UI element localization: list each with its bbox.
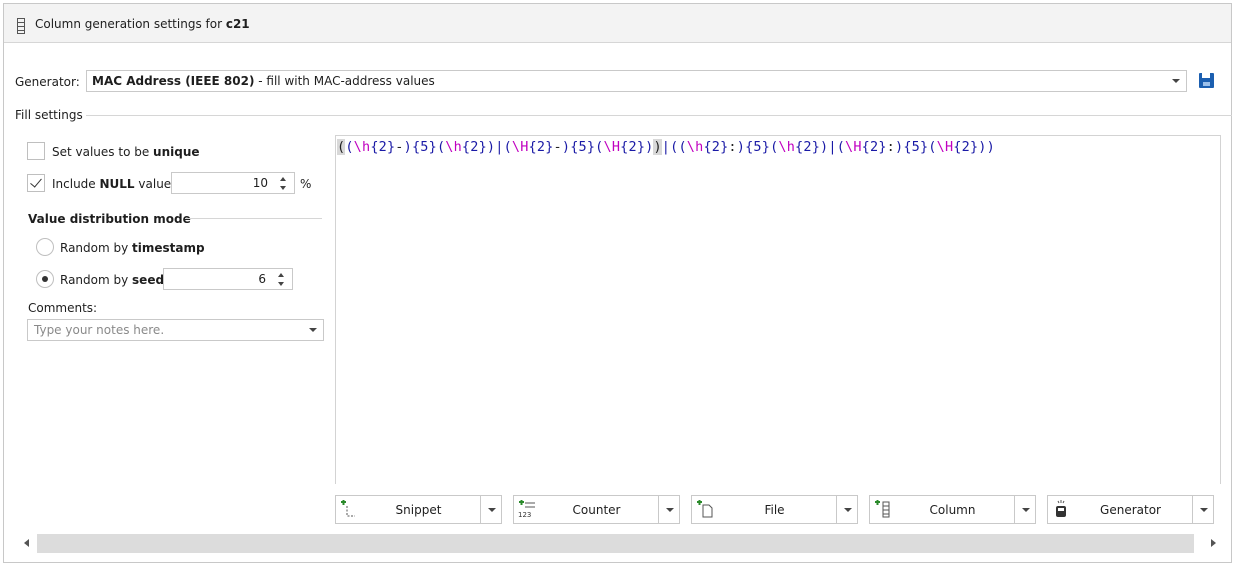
counter-button[interactable]: 123 Counter bbox=[513, 495, 680, 524]
divider bbox=[480, 496, 481, 523]
generator-selected-value: MAC Address (IEEE 802) - fill with MAC-a… bbox=[92, 74, 435, 88]
checkmark-icon bbox=[30, 175, 42, 188]
chevron-down-icon[interactable] bbox=[844, 508, 852, 512]
divider bbox=[86, 115, 1232, 116]
seed-stepper[interactable]: 6 bbox=[163, 268, 293, 290]
column-button[interactable]: Column bbox=[869, 495, 1036, 524]
column-label: Column bbox=[929, 503, 976, 517]
generator-select[interactable]: MAC Address (IEEE 802) - fill with MAC-a… bbox=[86, 70, 1187, 92]
regex-expression[interactable]: ((\h{2}-){5}(\h{2})|(\H{2}-){5}(\H{2}))|… bbox=[337, 139, 995, 155]
divider bbox=[658, 496, 659, 523]
panel-title: Column generation settings for c21 bbox=[35, 17, 250, 31]
snippet-icon bbox=[341, 500, 355, 517]
distribution-mode-title: Value distribution mode bbox=[28, 212, 191, 226]
divider bbox=[1014, 496, 1015, 523]
divider bbox=[836, 496, 837, 523]
column-icon bbox=[17, 18, 25, 34]
generator-button[interactable]: Generator bbox=[1047, 495, 1214, 524]
snippet-button[interactable]: Snippet bbox=[335, 495, 502, 524]
random-timestamp-radio[interactable] bbox=[36, 238, 54, 256]
scroll-right-icon[interactable] bbox=[1211, 539, 1216, 547]
chevron-down-icon[interactable] bbox=[488, 508, 496, 512]
random-timestamp-label: Random by timestamp bbox=[60, 241, 205, 255]
generator-label: Generator: bbox=[15, 75, 80, 89]
seed-value: 6 bbox=[258, 272, 266, 286]
comments-label: Comments: bbox=[28, 301, 98, 315]
divider bbox=[1192, 496, 1193, 523]
file-label: File bbox=[764, 503, 785, 517]
radio-dot bbox=[42, 276, 48, 282]
include-null-checkbox[interactable] bbox=[27, 174, 45, 192]
chevron-up-icon[interactable] bbox=[280, 177, 286, 181]
generator-icon bbox=[1056, 500, 1066, 517]
random-seed-radio[interactable] bbox=[36, 270, 54, 288]
chevron-up-icon[interactable] bbox=[278, 273, 284, 277]
fill-settings-label: Fill settings bbox=[15, 108, 83, 122]
counter-label: Counter bbox=[572, 503, 621, 517]
chevron-down-icon[interactable] bbox=[1200, 508, 1208, 512]
chevron-down-icon[interactable] bbox=[666, 508, 674, 512]
unique-label: Set values to be unique bbox=[52, 145, 200, 159]
generator-label: Generator bbox=[1100, 503, 1161, 517]
panel-header: Column generation settings for c21 bbox=[4, 4, 1231, 43]
comments-placeholder: Type your notes here. bbox=[34, 323, 165, 337]
scrollbar-thumb[interactable] bbox=[37, 534, 1194, 553]
divider bbox=[185, 218, 322, 219]
regex-editor[interactable]: ((\h{2}-){5}(\h{2})|(\H{2}-){5}(\H{2}))|… bbox=[335, 135, 1221, 484]
unique-checkbox[interactable] bbox=[27, 142, 45, 160]
chevron-down-icon[interactable] bbox=[1022, 508, 1030, 512]
counter-icon: 123 bbox=[518, 500, 535, 518]
column-generation-panel: Column generation settings for c21 Gener… bbox=[3, 3, 1232, 563]
null-percent-value: 10 bbox=[252, 176, 268, 190]
comments-input[interactable]: Type your notes here. bbox=[27, 319, 324, 341]
chevron-down-icon[interactable] bbox=[1172, 79, 1180, 83]
percent-unit: % bbox=[300, 177, 312, 191]
svg-text:123: 123 bbox=[518, 511, 531, 518]
column-icon bbox=[875, 500, 890, 518]
column-name: c21 bbox=[225, 17, 250, 31]
chevron-down-icon[interactable] bbox=[280, 186, 286, 190]
null-percent-stepper[interactable]: 10 bbox=[171, 172, 295, 194]
include-null-label: Include NULL values bbox=[52, 177, 178, 191]
save-icon[interactable] bbox=[1199, 73, 1214, 88]
horizontal-scrollbar[interactable] bbox=[12, 532, 1229, 554]
random-seed-label: Random by seed bbox=[60, 273, 165, 287]
snippet-label: Snippet bbox=[395, 503, 442, 517]
file-icon bbox=[697, 500, 713, 518]
chevron-down-icon[interactable] bbox=[309, 328, 317, 332]
file-button[interactable]: File bbox=[691, 495, 858, 524]
chevron-down-icon[interactable] bbox=[278, 282, 284, 286]
scroll-left-icon[interactable] bbox=[24, 539, 29, 547]
